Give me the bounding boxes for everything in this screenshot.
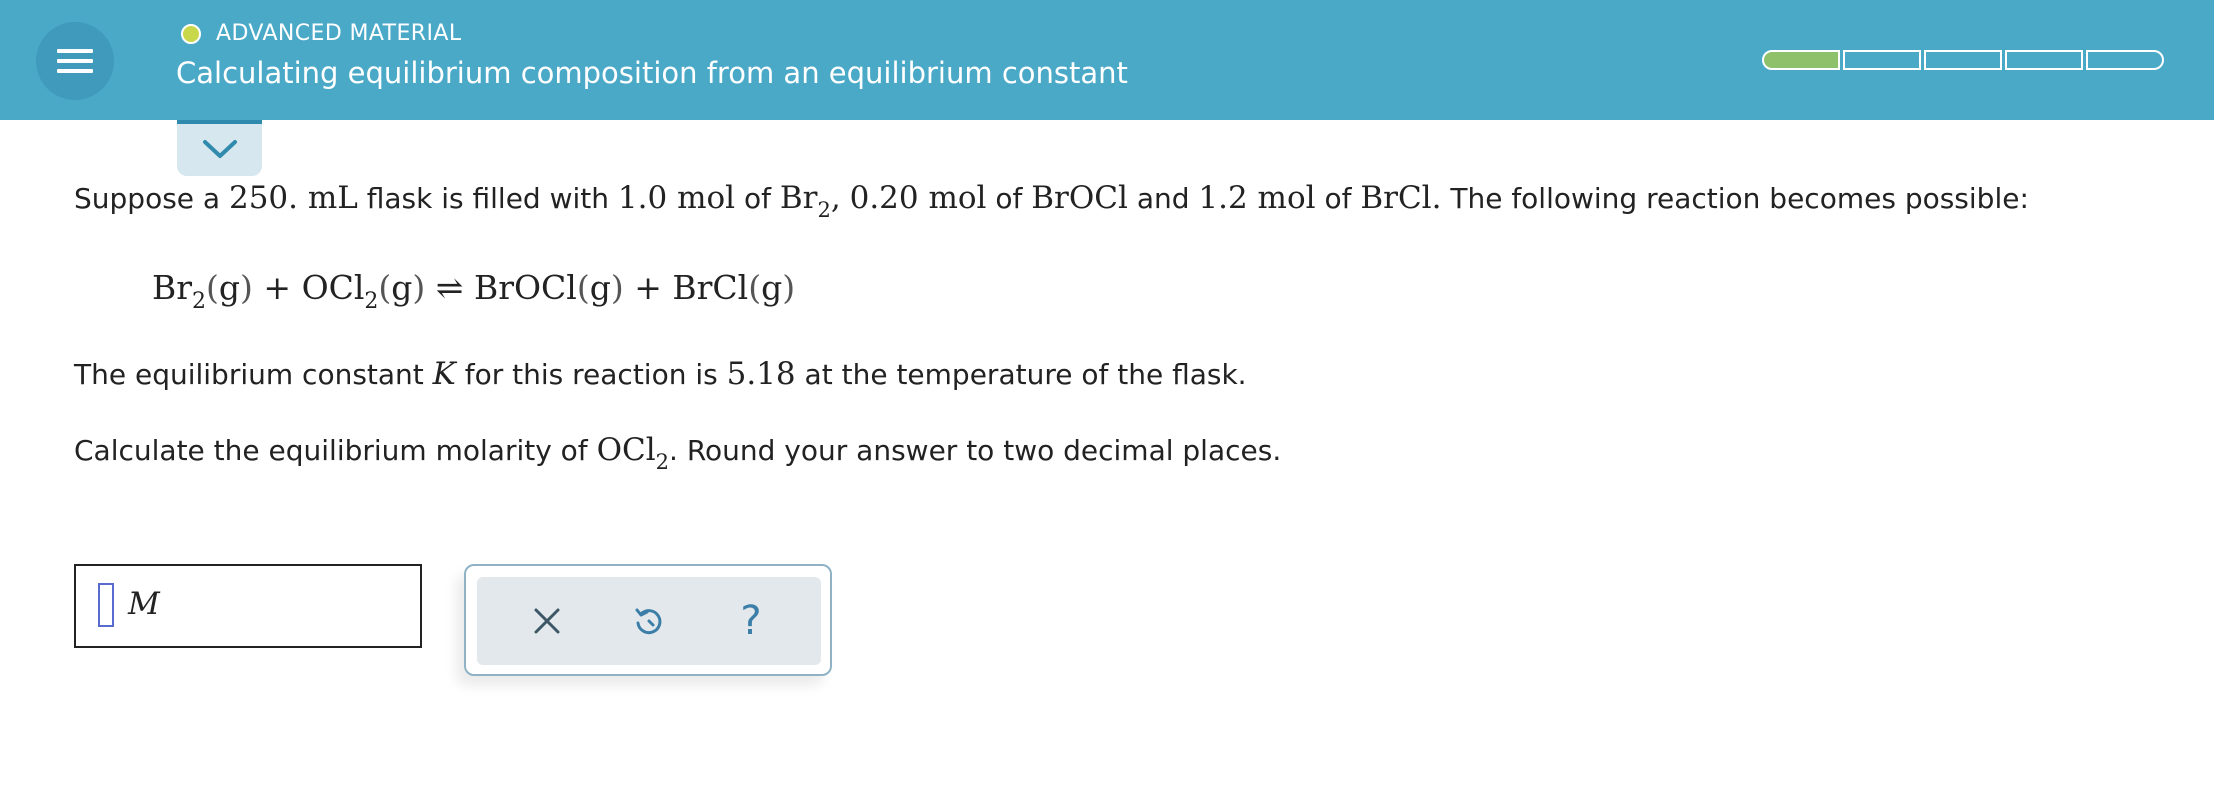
text: of [735, 182, 780, 215]
menu-icon-bar [57, 59, 93, 63]
section-label: ADVANCED MATERIAL [216, 21, 462, 46]
input-cursor[interactable] [98, 583, 114, 627]
menu-button[interactable] [36, 22, 114, 100]
species-brocl: BrOCl [1031, 180, 1128, 216]
text: . Round your answer to two decimal place… [669, 434, 1282, 467]
species-br2: Br [152, 268, 193, 307]
text: and [1127, 182, 1199, 215]
status-dot-icon [181, 24, 201, 44]
text: The following reaction becomes possible: [1441, 182, 2029, 215]
progress-bar [1762, 50, 2164, 70]
tools-toolbar: ? [477, 577, 821, 665]
chevron-down-icon [203, 140, 237, 158]
text: of [1315, 182, 1361, 215]
menu-icon-bar [57, 69, 93, 73]
species-ocl2: OCl [301, 268, 365, 307]
state-label: g [218, 268, 241, 307]
equilibrium-arrow-icon: ⇌ [435, 268, 464, 307]
state-label: g [589, 268, 611, 307]
amount-br2: 1.0 mol [617, 180, 736, 216]
text: Calculate the equilibrium molarity of [74, 434, 597, 467]
plus-sign: + [634, 268, 662, 307]
unit-label: M [128, 586, 160, 622]
state-label: g [391, 268, 413, 307]
volume-value: 250. mL [228, 180, 358, 216]
help-icon: ? [740, 598, 762, 644]
problem-question: Calculate the equilibrium molarity of OC… [74, 432, 1282, 473]
plus-sign: + [263, 268, 292, 307]
text: of [986, 182, 1032, 215]
progress-segment [1924, 50, 2002, 70]
amount-brocl: 0.20 mol [849, 180, 987, 216]
close-icon [534, 608, 560, 634]
clear-button[interactable] [521, 595, 573, 647]
state-label: g [761, 268, 783, 307]
progress-segment [1762, 50, 1840, 70]
text: for this reaction is [455, 358, 727, 391]
text: The equilibrium constant [74, 358, 433, 391]
problem-statement-line1: Suppose a 250. mL flask is filled with 1… [74, 180, 2029, 221]
subscript: 2 [192, 289, 207, 314]
k-value: 5.18 [726, 356, 796, 392]
species-brcl: BrCl [672, 268, 749, 307]
answer-tools-panel: ? [464, 564, 832, 676]
subscript: 2 [364, 289, 379, 314]
collapse-toggle-button[interactable] [177, 120, 262, 176]
answer-input[interactable]: M [74, 564, 422, 648]
amount-brcl: 1.2 mol [1198, 180, 1316, 216]
menu-icon [57, 49, 93, 53]
species-br2: Br [779, 180, 818, 216]
progress-segment [2005, 50, 2083, 70]
text: at the temperature of the flask. [795, 358, 1247, 391]
reaction-equation: Br2(g) + OCl2(g) ⇌ BrOCl(g) + BrCl(g) [152, 268, 796, 314]
species-brcl: BrCl. [1360, 180, 1442, 216]
header-bar: ADVANCED MATERIAL Calculating equilibriu… [0, 0, 2214, 120]
progress-segment [1843, 50, 1921, 70]
help-button[interactable]: ? [725, 595, 777, 647]
undo-button[interactable] [623, 595, 675, 647]
problem-statement-line2: The equilibrium constant K for this reac… [74, 356, 1247, 392]
comma: , [830, 180, 841, 216]
undo-icon [635, 608, 662, 635]
progress-segment [2086, 50, 2164, 70]
species-brocl: BrOCl [473, 268, 577, 307]
k-symbol: K [432, 356, 456, 392]
subscript: 2 [655, 450, 670, 474]
subscript: 2 [817, 198, 831, 222]
species-ocl2: OCl [596, 432, 656, 468]
topic-title: Calculating equilibrium composition from… [176, 56, 1128, 90]
text: flask is filled with [357, 182, 618, 215]
text: Suppose a [74, 182, 229, 215]
